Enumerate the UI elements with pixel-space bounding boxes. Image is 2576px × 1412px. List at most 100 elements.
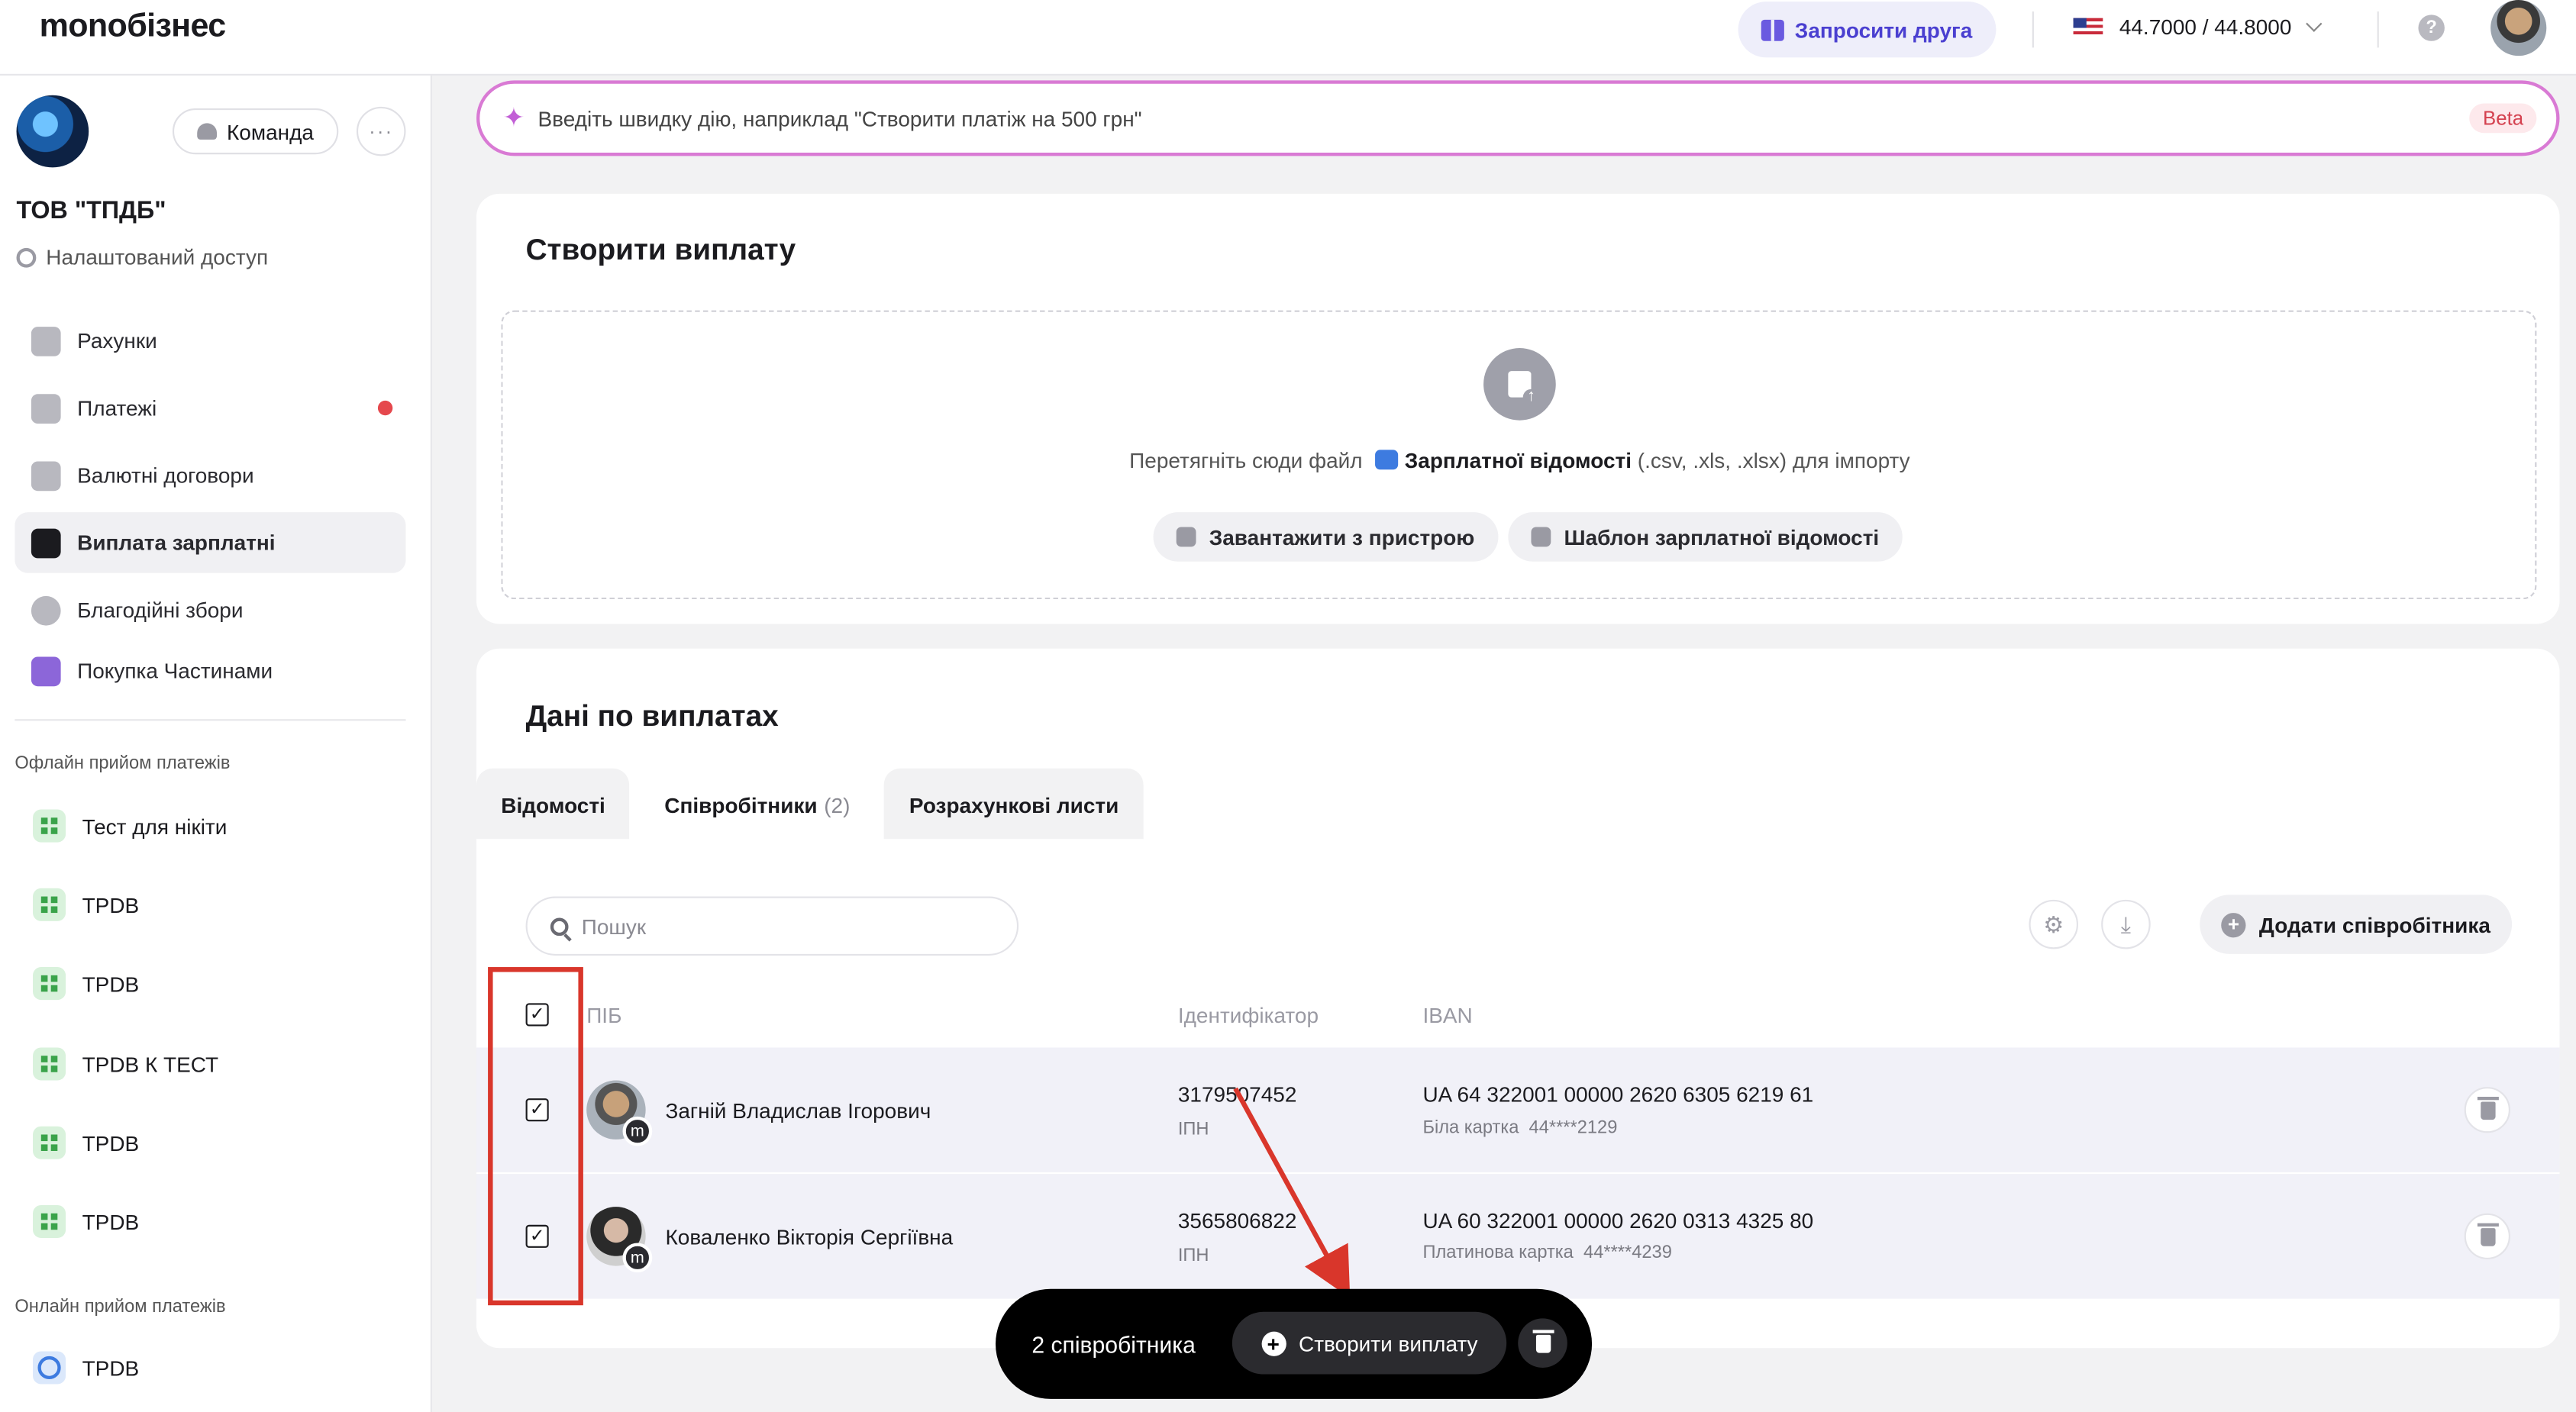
qr-icon — [33, 1204, 66, 1239]
download-icon — [1531, 527, 1551, 547]
trash-icon — [2476, 1095, 2498, 1120]
sidebar-item-label: Платежі — [77, 395, 157, 421]
employee-id: 3565806822 — [1177, 1208, 1297, 1233]
online-section-label: Онлайн прийом платежів — [15, 1297, 226, 1317]
card-type-label: Платинова картка — [1422, 1243, 1574, 1263]
plus-icon: + — [1261, 1330, 1286, 1356]
shop-label: TPDB — [82, 1130, 140, 1156]
qr-icon — [33, 1047, 66, 1081]
mono-badge-icon: m — [622, 1116, 653, 1146]
sidebar-item-offline-shop[interactable]: TPDB — [33, 1204, 139, 1239]
team-icon — [197, 123, 218, 140]
beta-badge: Beta — [2469, 103, 2537, 134]
card-mask: 44****4239 — [1583, 1243, 1672, 1263]
qr-icon — [33, 809, 66, 843]
create-payout-button[interactable]: + Створити виплату — [1232, 1311, 1507, 1375]
sidebar: Команда ··· ТОВ "ТПДБ" Налаштований дост… — [0, 75, 432, 1412]
tabs: Відомості Співробітники (2) Розрахункові… — [476, 768, 1154, 841]
salary-icon — [31, 527, 61, 558]
create-payout-label: Створити виплату — [1298, 1330, 1478, 1356]
sidebar-item-offline-shop[interactable]: TPDB — [33, 888, 139, 921]
shop-label: TPDB — [82, 1355, 140, 1381]
quick-action-placeholder: Введіть швидку дію, наприклад "Створити … — [537, 105, 1142, 131]
app-logo[interactable]: monoбізнес — [40, 8, 227, 46]
payout-data-title: Дані по виплатах — [525, 699, 779, 733]
invite-friend-button[interactable]: Запросити друга — [1738, 2, 1997, 58]
tab-employees[interactable]: Співробітники (2) — [640, 768, 875, 841]
template-label: Шаблон зарплатної відомості — [1564, 524, 1880, 550]
sidebar-item-charity[interactable]: Благодійні збори — [15, 579, 405, 640]
top-bar: monoбізнес Запросити друга 44.7000 / 44.… — [0, 0, 2576, 76]
upload-file-icon — [1483, 348, 1556, 421]
divider — [15, 719, 406, 721]
shop-label: TPDB — [82, 971, 140, 996]
sidebar-item-offline-shop[interactable]: TPDB — [33, 967, 140, 1001]
add-employee-button[interactable]: + Додати співробітника — [2200, 895, 2513, 954]
upload-label: Завантажити з пристрою — [1209, 524, 1475, 550]
tab-payslips[interactable]: Розрахункові листи — [884, 768, 1144, 841]
sidebar-item-payments[interactable]: Платежі — [15, 378, 405, 439]
export-button[interactable]: ⤓ — [2101, 899, 2151, 949]
tab-statements[interactable]: Відомості — [476, 768, 631, 841]
currency-rate-value: 44.7000 / 44.8000 — [2119, 15, 2292, 40]
quick-action-input[interactable]: ✦ Введіть швидку дію, наприклад "Створит… — [476, 80, 2560, 156]
chevron-down-icon — [2305, 15, 2323, 32]
sidebar-item-offline-shop[interactable]: TPDB — [33, 1126, 140, 1159]
trash-icon — [1532, 1329, 1554, 1352]
gift-icon — [1761, 18, 1785, 40]
sidebar-item-offline-shop[interactable]: Тест для нікіти — [33, 809, 228, 843]
highlight-box — [488, 967, 583, 1306]
divider — [2377, 11, 2379, 48]
search-input[interactable]: Пошук — [525, 896, 1019, 956]
offline-section-label: Офлайн прийом платежів — [15, 753, 231, 774]
employee-iban: UA 60 322001 00000 2620 0313 4325 80 — [1422, 1208, 1814, 1233]
delete-row-button[interactable] — [2464, 1087, 2510, 1133]
card-type: Біла картка 44****2129 — [1422, 1118, 1617, 1138]
sidebar-item-installments[interactable]: Покупка Частинами — [15, 640, 405, 701]
sidebar-item-label: Рахунки — [77, 328, 157, 353]
wallet-icon — [31, 326, 61, 356]
salary-template-button[interactable]: Шаблон зарплатної відомості — [1508, 512, 1903, 562]
delete-selected-button[interactable] — [1518, 1318, 1567, 1368]
org-avatar[interactable] — [16, 95, 89, 168]
column-header-iban[interactable]: IBAN — [1422, 1003, 1472, 1027]
employee-id-type: ІПН — [1177, 1246, 1209, 1266]
help-icon[interactable]: ? — [2418, 15, 2445, 41]
shop-label: TPDB К ТЕСТ — [82, 1051, 219, 1077]
more-options-button[interactable]: ··· — [356, 106, 406, 156]
employee-id: 3179507452 — [1177, 1082, 1297, 1107]
upload-from-device-button[interactable]: Завантажити з пристрою — [1153, 512, 1498, 562]
column-header-name[interactable]: ПІБ — [586, 1003, 621, 1027]
employee-name: Загній Владислав Ігорович — [665, 1098, 931, 1123]
team-label: Команда — [226, 118, 314, 144]
card-type-label: Біла картка — [1422, 1117, 1519, 1138]
search-placeholder: Пошук — [581, 914, 647, 939]
settings-button[interactable]: ⚙ — [2029, 899, 2079, 949]
plus-icon: + — [2221, 911, 2246, 937]
drop-file-type: Зарплатної відомості — [1404, 448, 1632, 473]
access-level[interactable]: Налаштований доступ — [16, 245, 268, 269]
shop-label: Тест для нікіти — [82, 813, 228, 839]
create-payout-title: Створити виплату — [525, 233, 796, 266]
us-flag-icon — [2073, 17, 2103, 37]
calculator-icon — [33, 967, 66, 1001]
column-header-id[interactable]: Ідентифікатор — [1178, 1003, 1319, 1027]
sidebar-item-accounts[interactable]: Рахунки — [15, 311, 405, 372]
employee-iban: UA 64 322001 00000 2620 6305 6219 61 — [1422, 1082, 1814, 1107]
user-access-icon — [16, 247, 37, 267]
sidebar-item-salary[interactable]: Виплата зарплатні — [15, 512, 406, 573]
currency-rate-dropdown[interactable]: 44.7000 / 44.8000 — [2073, 15, 2323, 40]
add-employee-label: Додати співробітника — [2258, 911, 2490, 937]
sidebar-item-online-shop[interactable]: TPDB — [33, 1351, 140, 1385]
sidebar-item-offline-shop[interactable]: TPDB К ТЕСТ — [33, 1047, 219, 1081]
team-button[interactable]: Команда — [172, 108, 339, 155]
invite-friend-label: Запросити друга — [1794, 17, 1973, 42]
user-avatar[interactable] — [2490, 0, 2547, 56]
tab-label: Співробітники — [664, 791, 818, 817]
paw-icon — [31, 656, 61, 686]
sidebar-item-label: Покупка Частинами — [77, 658, 273, 683]
card-mask: 44****2129 — [1528, 1117, 1618, 1138]
delete-row-button[interactable] — [2464, 1213, 2510, 1259]
qr-icon — [33, 1126, 66, 1159]
charity-icon — [31, 595, 61, 625]
